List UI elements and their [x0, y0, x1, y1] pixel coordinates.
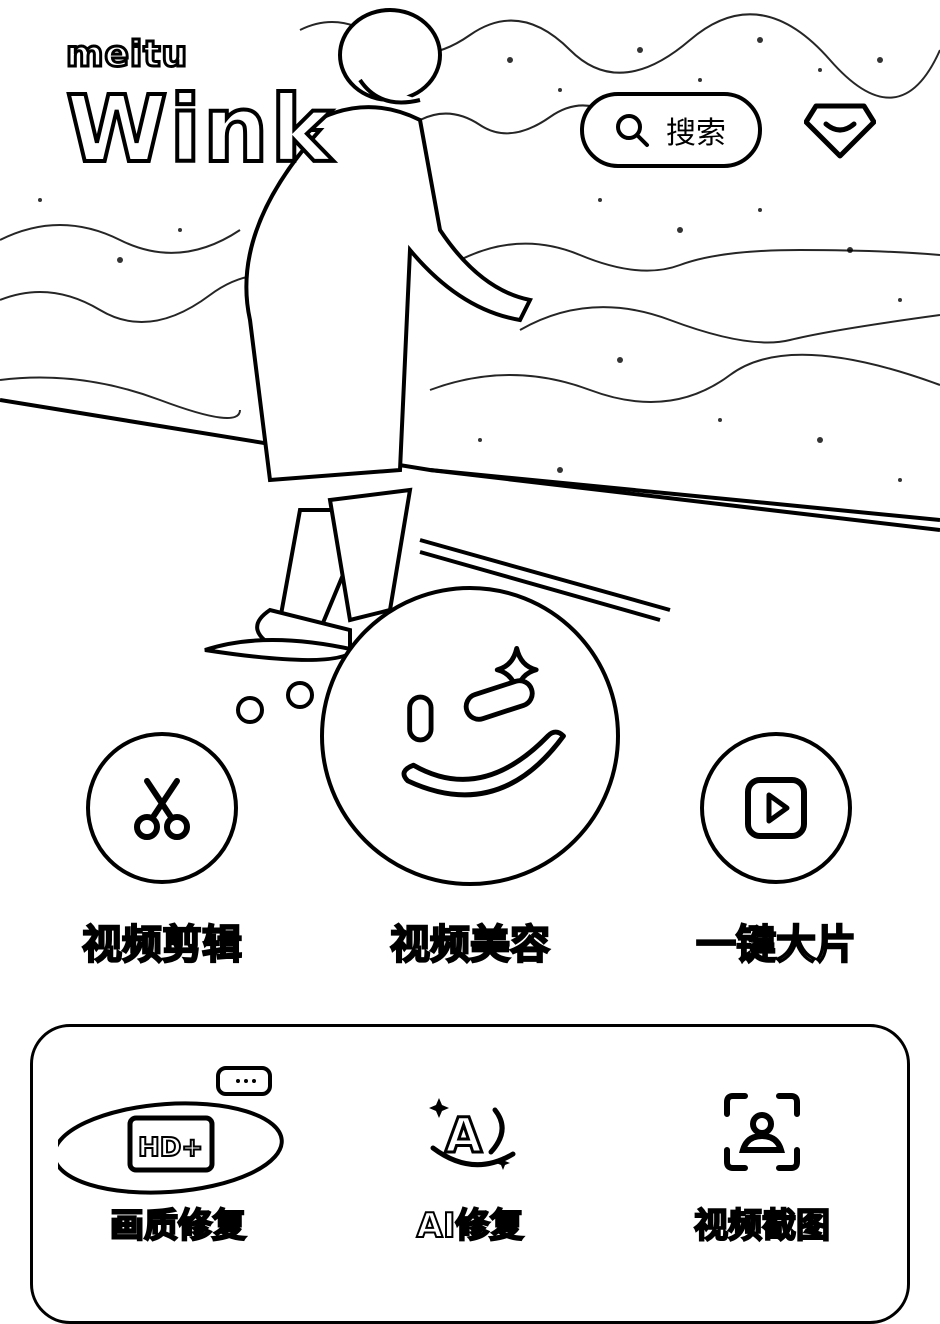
quality-repair-button[interactable]: HD+: [58, 1066, 284, 1198]
ai-sparkle-icon: A: [429, 1098, 516, 1170]
ai-repair-label: AI修复: [416, 1205, 525, 1247]
search-label: 搜索: [666, 116, 726, 151]
ai-repair-button[interactable]: A: [370, 1088, 570, 1178]
screenshot-person-icon: [724, 1093, 800, 1171]
video-screenshot-label: 视频截图: [693, 1205, 831, 1247]
video-beauty-button[interactable]: [320, 586, 620, 886]
search-button[interactable]: 搜索: [580, 92, 762, 168]
hot-badge-icon: [216, 1066, 272, 1096]
brand-wink-logo: Wink: [64, 76, 334, 183]
play-icon: [745, 777, 807, 839]
one-click-film-label: 一键大片: [695, 921, 857, 969]
video-edit-button[interactable]: [86, 732, 238, 884]
video-edit-label: 视频剪辑: [81, 921, 243, 969]
svg-text:HD+: HD+: [138, 1133, 203, 1163]
search-icon: [616, 114, 649, 147]
video-screenshot-button[interactable]: [662, 1088, 862, 1178]
hd-plus-icon: HD+: [58, 1101, 284, 1195]
svg-text:A: A: [445, 1108, 482, 1164]
video-beauty-label: 视频美容: [389, 921, 551, 969]
scissors-icon: [134, 778, 190, 840]
one-click-film-button[interactable]: [700, 732, 852, 884]
vip-diamond-icon[interactable]: [804, 96, 876, 160]
quality-repair-label: 画质修复: [109, 1205, 247, 1247]
brand-meitu-logo: meitu: [64, 33, 189, 77]
wink-face-icon: [401, 645, 566, 798]
